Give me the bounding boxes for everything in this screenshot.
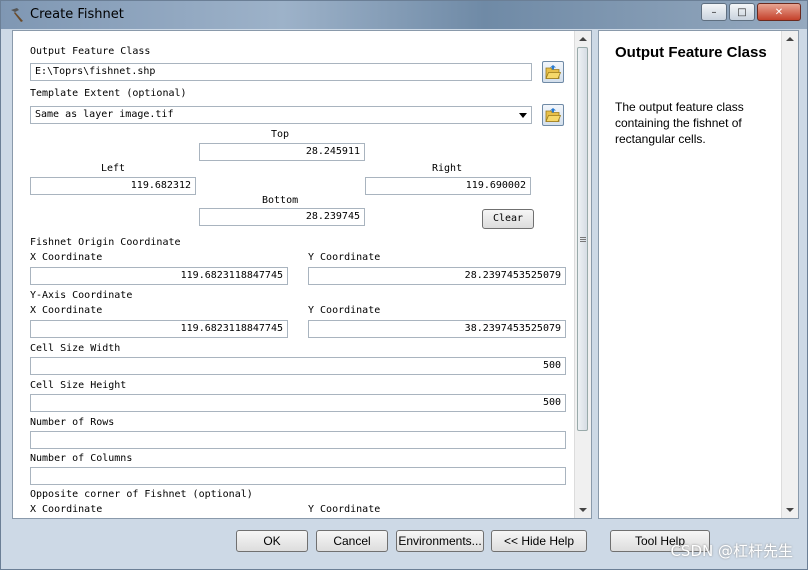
cell-size-width-label: Cell Size Width	[30, 343, 121, 354]
environments-button[interactable]: Environments...	[396, 530, 484, 552]
folder-open-icon	[545, 108, 562, 122]
scroll-down-icon[interactable]	[579, 508, 587, 512]
create-fishnet-dialog: Create Fishnet – □ ✕ Output Feature Clas…	[0, 0, 808, 570]
extent-right-input[interactable]: 119.690002	[365, 177, 531, 195]
yaxis-x-label: X Coordinate	[30, 305, 103, 316]
cell-size-width-input[interactable]: 500	[30, 357, 566, 375]
opposite-x-input[interactable]	[30, 518, 288, 519]
number-of-rows-input[interactable]	[30, 431, 566, 449]
origin-y-label: Y Coordinate	[308, 252, 381, 263]
scroll-up-icon[interactable]	[786, 37, 794, 41]
grip-line	[580, 241, 586, 242]
parameters-pane[interactable]: Output Feature Class E:\Toprs\fishnet.sh…	[12, 30, 592, 519]
output-feature-class-label: Output Feature Class	[30, 46, 151, 57]
fishnet-origin-label: Fishnet Origin Coordinate	[30, 237, 181, 248]
y-axis-coordinate-label: Y-Axis Coordinate	[30, 290, 133, 301]
template-extent-label: Template Extent (optional)	[30, 88, 187, 99]
opposite-y-label: Y Coordinate	[308, 504, 381, 515]
number-of-columns-input[interactable]	[30, 467, 566, 485]
hammer-icon	[11, 8, 23, 22]
opposite-y-input[interactable]	[308, 518, 566, 519]
folder-open-icon	[545, 65, 562, 79]
grip-line	[580, 237, 586, 238]
extent-left-label: Left	[101, 163, 126, 174]
help-pane: Output Feature Class The output feature …	[598, 30, 799, 519]
close-button[interactable]: ✕	[757, 3, 801, 21]
opposite-x-label: X Coordinate	[30, 504, 103, 515]
ok-button[interactable]: OK	[236, 530, 308, 552]
extent-left-input[interactable]: 119.682312	[30, 177, 196, 195]
yaxis-x-input[interactable]: 119.6823118847745	[30, 320, 288, 338]
template-extent-select[interactable]: Same as layer image.tif	[30, 106, 532, 124]
hide-help-button[interactable]: << Hide Help	[491, 530, 587, 552]
title-bar[interactable]: Create Fishnet – □ ✕	[1, 1, 807, 29]
cell-size-height-label: Cell Size Height	[30, 380, 127, 391]
minimize-button[interactable]: –	[701, 3, 727, 21]
help-body: The output feature class containing the …	[615, 100, 744, 146]
number-of-rows-label: Number of Rows	[30, 417, 115, 428]
origin-y-input[interactable]: 28.2397453525079	[308, 267, 566, 285]
origin-x-label: X Coordinate	[30, 252, 103, 263]
template-extent-value: Same as layer image.tif	[35, 109, 174, 120]
close-icon: ✕	[774, 6, 784, 18]
output-browse-button[interactable]	[542, 61, 564, 83]
origin-x-input[interactable]: 119.6823118847745	[30, 267, 288, 285]
extent-bottom-label: Bottom	[262, 195, 299, 206]
cell-size-height-input[interactable]: 500	[30, 394, 566, 412]
opposite-corner-label: Opposite corner of Fishnet (optional)	[30, 489, 253, 500]
maximize-icon: □	[737, 6, 747, 18]
number-of-columns-label: Number of Columns	[30, 453, 133, 464]
help-title: Output Feature Class	[615, 44, 767, 61]
maximize-button[interactable]: □	[729, 3, 755, 21]
extent-right-label: Right	[432, 163, 463, 174]
output-feature-class-input[interactable]: E:\Toprs\fishnet.shp	[30, 63, 532, 81]
scrollbar-thumb[interactable]	[577, 47, 588, 431]
yaxis-y-label: Y Coordinate	[308, 305, 381, 316]
clear-extent-button[interactable]: Clear	[482, 209, 534, 229]
template-browse-button[interactable]	[542, 104, 564, 126]
scroll-down-icon[interactable]	[786, 508, 794, 512]
watermark-text: CSDN @杠杆先生	[670, 542, 793, 560]
minimize-icon: –	[711, 6, 717, 18]
yaxis-y-input[interactable]: 38.2397453525079	[308, 320, 566, 338]
help-scrollbar[interactable]	[781, 31, 798, 518]
extent-top-input[interactable]: 28.245911	[199, 143, 365, 161]
window-title: Create Fishnet	[30, 7, 124, 22]
scroll-up-icon[interactable]	[579, 37, 587, 41]
extent-bottom-input[interactable]: 28.239745	[199, 208, 365, 226]
chevron-down-icon	[519, 113, 527, 118]
window-controls: – □ ✕	[701, 3, 801, 21]
parameters-scrollbar[interactable]	[574, 31, 591, 518]
extent-top-label: Top	[271, 129, 290, 140]
cancel-button[interactable]: Cancel	[316, 530, 388, 552]
grip-line	[580, 239, 586, 240]
